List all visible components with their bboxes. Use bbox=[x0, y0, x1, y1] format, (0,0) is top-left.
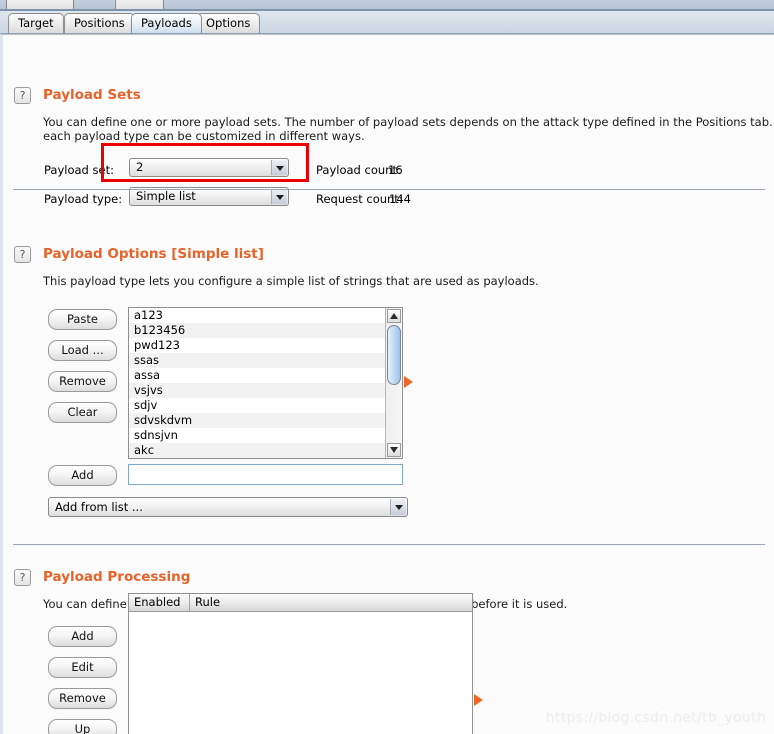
scroll-down-icon[interactable] bbox=[387, 443, 401, 457]
payloads-panel: ? Payload Sets You can define one or mor… bbox=[0, 34, 774, 734]
window-tab-strip-partial bbox=[0, 0, 774, 9]
scrollbar-thumb[interactable] bbox=[387, 325, 401, 385]
payload-sets-description-line1: You can define one or more payload sets.… bbox=[43, 115, 773, 129]
payload-options-description: This payload type lets you configure a s… bbox=[43, 274, 539, 288]
remove-button[interactable]: Remove bbox=[48, 371, 117, 392]
list-item[interactable]: akc bbox=[129, 443, 385, 458]
payload-sets-title: Payload Sets bbox=[43, 87, 141, 103]
list-item[interactable]: vsjvs bbox=[129, 383, 385, 398]
processing-add-button-label: Add bbox=[71, 629, 94, 643]
processing-up-button-label: Up bbox=[74, 722, 91, 734]
processing-remove-button[interactable]: Remove bbox=[48, 688, 117, 709]
question-mark-icon[interactable]: ? bbox=[14, 246, 31, 263]
payload-list-box[interactable]: a123 b123456 pwd123 ssas assa vsjvs sdjv sdvskd… bbox=[128, 307, 403, 459]
payload-set-label: Payload set: bbox=[44, 163, 114, 177]
add-payload-input[interactable] bbox=[128, 464, 403, 485]
scroll-up-icon[interactable] bbox=[387, 309, 401, 323]
processing-up-button[interactable]: Up bbox=[48, 719, 117, 734]
column-header-enabled[interactable]: Enabled bbox=[129, 594, 189, 611]
tab-target-label: Target bbox=[18, 16, 54, 30]
payload-processing-table[interactable]: Enabled Rule bbox=[128, 593, 473, 734]
tab-positions-label: Positions bbox=[74, 16, 125, 30]
add-from-list-value: Add from list ... bbox=[55, 500, 143, 514]
payload-set-value: 2 bbox=[136, 160, 144, 174]
chevron-down-icon[interactable] bbox=[271, 160, 287, 175]
tab-options-label: Options bbox=[206, 16, 251, 30]
chevron-down-icon[interactable] bbox=[390, 499, 406, 515]
list-item[interactable]: ssas bbox=[129, 353, 385, 368]
processing-edit-button-label: Edit bbox=[71, 660, 94, 674]
list-item[interactable]: assa bbox=[129, 368, 385, 383]
question-mark-icon[interactable]: ? bbox=[14, 87, 31, 104]
triangle-right-icon bbox=[474, 694, 483, 706]
load-button[interactable]: Load ... bbox=[48, 340, 117, 361]
list-item[interactable]: pwd123 bbox=[129, 338, 385, 353]
table-header-row: Enabled Rule bbox=[129, 594, 472, 612]
list-item[interactable]: sdjv bbox=[129, 398, 385, 413]
tab-payloads[interactable]: Payloads bbox=[131, 13, 202, 33]
section-divider-1 bbox=[13, 189, 765, 190]
watermark-text: https://blog.csdn.net/tb_youth bbox=[545, 710, 766, 726]
add-from-list-dropdown[interactable]: Add from list ... bbox=[48, 497, 408, 517]
list-item[interactable]: sdnsjvn bbox=[129, 428, 385, 443]
tab-target[interactable]: Target bbox=[8, 13, 64, 33]
load-button-label: Load ... bbox=[61, 343, 104, 357]
list-item[interactable]: b123456 bbox=[129, 323, 385, 338]
processing-edit-button[interactable]: Edit bbox=[48, 657, 117, 678]
triangle-right-icon bbox=[404, 376, 413, 388]
request-count-value: 144 bbox=[389, 192, 411, 206]
question-mark-icon[interactable]: ? bbox=[14, 569, 31, 586]
payload-type-label: Payload type: bbox=[44, 192, 123, 206]
paste-button-label: Paste bbox=[66, 312, 99, 326]
paste-button[interactable]: Paste bbox=[48, 309, 117, 330]
payload-type-value: Simple list bbox=[136, 189, 196, 203]
payload-options-title: Payload Options [Simple list] bbox=[43, 246, 264, 262]
clear-button[interactable]: Clear bbox=[48, 402, 117, 423]
intruder-tab-bar: Target Positions Payloads Options bbox=[0, 11, 774, 34]
payload-list-scrollbar[interactable] bbox=[385, 308, 402, 458]
payload-sets-description-line2: each payload type can be customized in d… bbox=[43, 129, 365, 143]
add-payload-button[interactable]: Add bbox=[48, 465, 117, 486]
add-payload-button-label: Add bbox=[71, 468, 94, 482]
payload-count-value: 16 bbox=[388, 163, 403, 177]
tab-positions[interactable]: Positions bbox=[64, 13, 135, 33]
tab-payloads-label: Payloads bbox=[141, 16, 192, 30]
remove-button-label: Remove bbox=[59, 374, 106, 388]
section-divider-2 bbox=[13, 544, 765, 545]
partial-tab-1[interactable] bbox=[6, 0, 74, 9]
partial-tab-2[interactable] bbox=[115, 0, 164, 9]
processing-add-button[interactable]: Add bbox=[48, 626, 117, 647]
column-header-rule[interactable]: Rule bbox=[189, 594, 472, 611]
chevron-down-icon[interactable] bbox=[271, 189, 287, 204]
list-item[interactable]: sdvskdvm bbox=[129, 413, 385, 428]
payload-set-dropdown[interactable]: 2 bbox=[129, 158, 289, 177]
list-item[interactable]: a123 bbox=[129, 308, 385, 323]
payload-list-rows[interactable]: a123 b123456 pwd123 ssas assa vsjvs sdjv sdvskd… bbox=[129, 308, 385, 458]
payload-processing-title: Payload Processing bbox=[43, 569, 191, 585]
clear-button-label: Clear bbox=[67, 405, 98, 419]
tab-options[interactable]: Options bbox=[196, 13, 261, 33]
processing-remove-button-label: Remove bbox=[59, 691, 106, 705]
